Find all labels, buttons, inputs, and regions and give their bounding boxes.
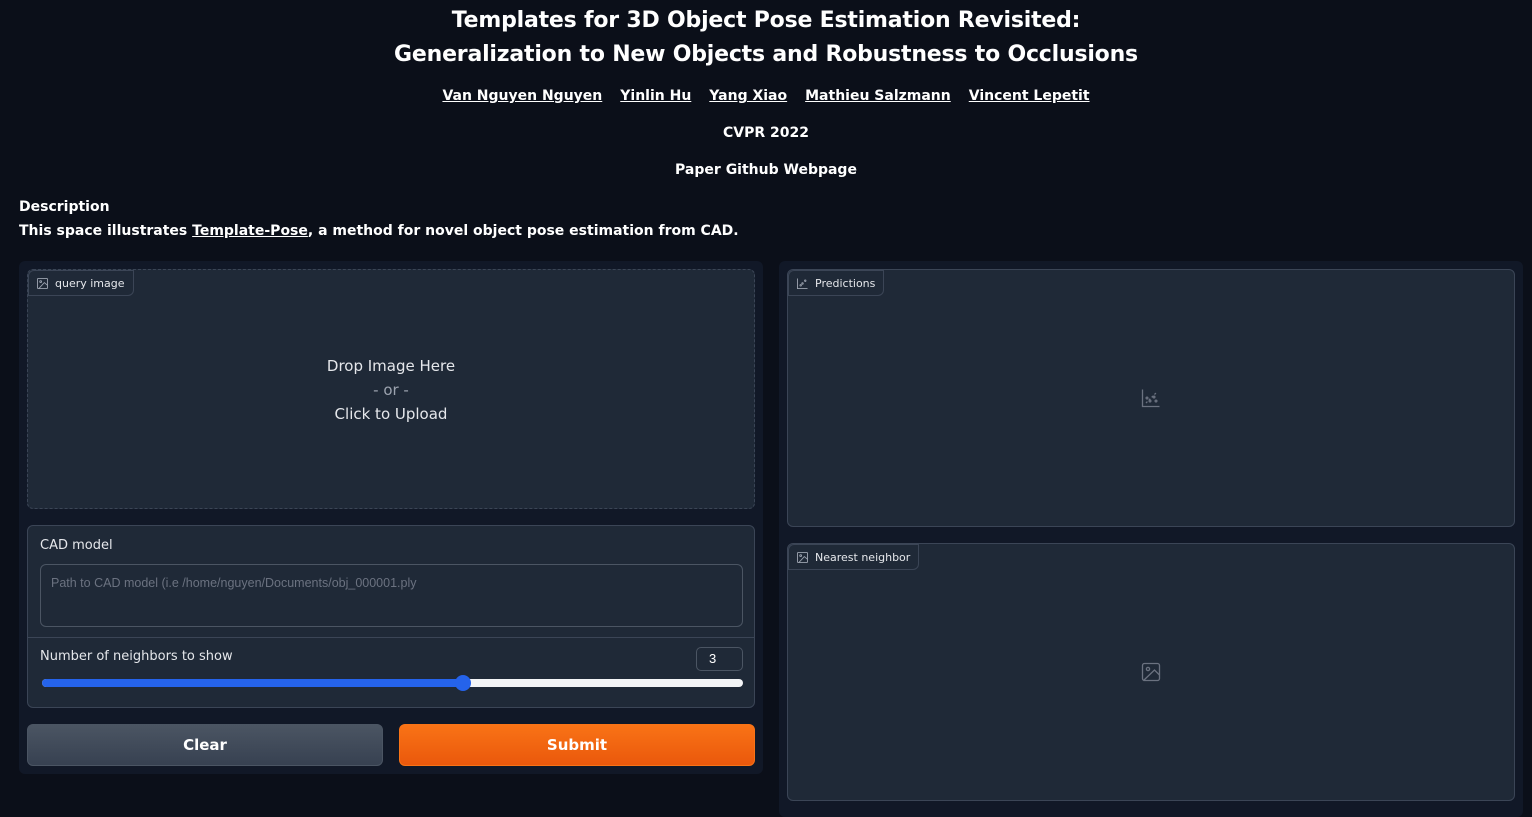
slider-thumb[interactable] xyxy=(454,675,471,691)
description-text: This space illustrates Template-Pose, a … xyxy=(19,223,739,239)
author-link-3[interactable]: Yang Xiao xyxy=(709,88,787,104)
drop-or-text: - or - xyxy=(373,381,409,399)
venue-label: CVPR 2022 xyxy=(723,125,809,141)
github-link[interactable]: Github xyxy=(726,162,779,178)
page-title-line-1: Templates for 3D Object Pose Estimation … xyxy=(451,8,1081,33)
submit-button[interactable]: Submit xyxy=(399,724,755,766)
webpage-link[interactable]: Webpage xyxy=(784,162,857,178)
cad-model-label: CAD model xyxy=(40,538,113,553)
author-link-4[interactable]: Mathieu Salzmann xyxy=(805,88,951,104)
nearest-neighbor-output: Nearest neighbor xyxy=(787,543,1515,801)
predictions-label: Predictions xyxy=(788,270,885,296)
page-title-line-2: Generalization to New Objects and Robust… xyxy=(394,42,1138,67)
drop-image-text: Drop Image Here xyxy=(326,357,456,375)
slider-fill xyxy=(42,679,463,687)
click-to-upload-text: Click to Upload xyxy=(334,405,448,423)
description-heading: Description xyxy=(19,199,110,215)
image-icon xyxy=(797,551,808,563)
resource-links: Paper Github Webpage xyxy=(0,162,1532,178)
chart-placeholder-icon xyxy=(1141,389,1160,408)
predictions-output: Predictions xyxy=(787,269,1515,527)
author-link-2[interactable]: Yinlin Hu xyxy=(620,88,691,104)
query-image-label: query image xyxy=(28,270,134,296)
dropzone-instructions: Drop Image Here - or - Click to Upload xyxy=(28,354,754,426)
paper-link[interactable]: Paper xyxy=(675,162,721,178)
query-image-dropzone[interactable]: query image Drop Image Here - or - Click… xyxy=(27,269,755,509)
neighbors-number-input[interactable]: 3 xyxy=(696,647,743,671)
neighbors-slider[interactable] xyxy=(42,675,743,691)
nearest-neighbor-label-text: Nearest neighbor xyxy=(815,550,911,564)
neighbors-label: Number of neighbors to show xyxy=(40,649,233,664)
author-link-1[interactable]: Van Nguyen Nguyen xyxy=(442,88,602,104)
description-text-start: This space illustrates xyxy=(19,223,193,239)
author-list: Van Nguyen Nguyen Yinlin Hu Yang Xiao Mathi… xyxy=(0,88,1532,104)
image-icon xyxy=(37,277,48,289)
image-placeholder-icon xyxy=(1141,662,1161,682)
cad-model-input[interactable] xyxy=(40,564,743,627)
author-link-5[interactable]: Vincent Lepetit xyxy=(969,88,1090,104)
predictions-label-text: Predictions xyxy=(815,276,876,290)
output-panel: Predictions Nearest neighbor xyxy=(779,261,1523,817)
nearest-neighbor-label: Nearest neighbor xyxy=(788,544,920,570)
query-image-label-text: query image xyxy=(55,276,125,290)
form-divider xyxy=(28,637,754,638)
clear-button[interactable]: Clear xyxy=(27,724,383,766)
settings-form: CAD model Number of neighbors to show 3 xyxy=(27,525,755,708)
input-panel: query image Drop Image Here - or - Click… xyxy=(19,261,763,774)
chart-icon xyxy=(797,277,808,289)
description-text-end: , a method for novel object pose estimat… xyxy=(307,223,739,239)
template-pose-link[interactable]: Template-Pose xyxy=(192,223,308,239)
